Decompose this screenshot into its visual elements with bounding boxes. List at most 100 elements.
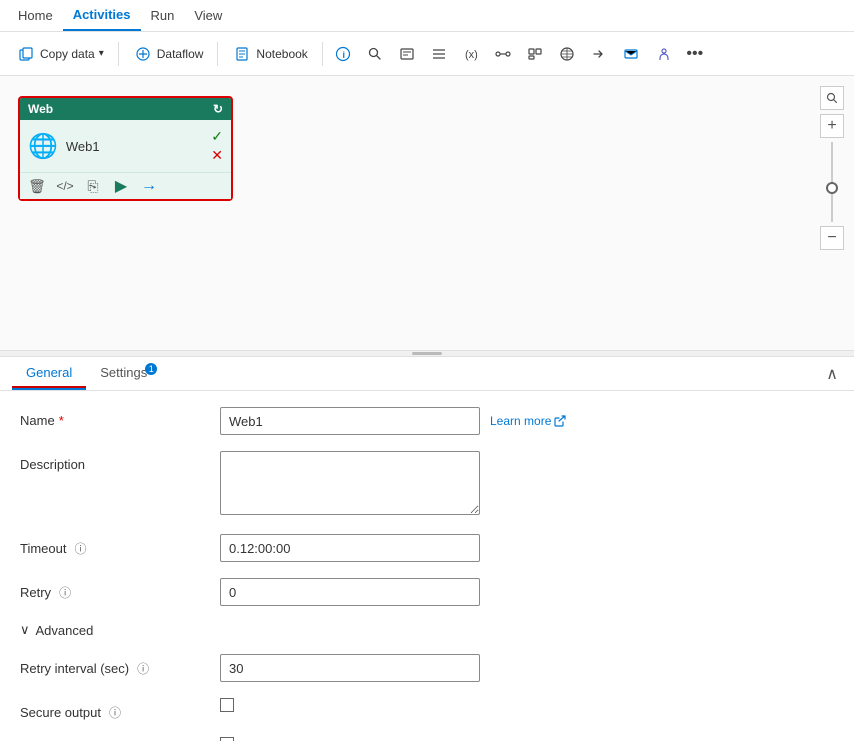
description-control	[220, 451, 834, 518]
retry-row: Retry ⓘ	[20, 578, 834, 606]
divider-1	[118, 42, 119, 66]
retry-interval-info-icon[interactable]: ⓘ	[137, 660, 149, 677]
svg-text:i: i	[342, 50, 345, 60]
tab-general-label: General	[26, 365, 72, 380]
description-row: Description	[20, 451, 834, 518]
copy-icon[interactable]: ⎘	[84, 177, 102, 195]
delete-icon[interactable]: 🗑	[28, 177, 46, 195]
zoom-search-icon[interactable]	[820, 86, 844, 110]
copy-data-label: Copy data	[40, 47, 95, 61]
timeout-control	[220, 534, 834, 562]
external-link-icon	[554, 415, 566, 427]
zoom-track	[831, 142, 833, 222]
web-globe-icon: 🌐	[28, 132, 58, 161]
tab-general[interactable]: General	[12, 357, 86, 390]
timeout-label: Timeout ⓘ	[20, 534, 220, 557]
retry-control	[220, 578, 834, 606]
timeout-input[interactable]	[220, 534, 480, 562]
retry-interval-control	[220, 654, 834, 682]
activity-body: 🌐 Web1 ✓ ✕	[20, 120, 231, 172]
tab-settings[interactable]: Settings 1	[86, 357, 161, 390]
secure-input-row: Secure input ⓘ	[20, 737, 834, 741]
collapse-panel-icon[interactable]: ∧	[822, 360, 842, 388]
zoom-in-button[interactable]: +	[820, 114, 844, 138]
activity-check-icon[interactable]: ✓	[211, 128, 223, 145]
dataflow-button[interactable]: Dataflow	[125, 40, 212, 68]
zoom-thumb[interactable]	[826, 182, 838, 194]
secure-input-label: Secure input ⓘ	[20, 737, 220, 741]
notebook-label: Notebook	[256, 47, 307, 61]
secure-input-control	[220, 737, 834, 741]
advanced-chevron-icon: ∨	[20, 622, 30, 638]
advanced-row[interactable]: ∨ Advanced	[20, 622, 834, 638]
panel-tabs: General Settings 1 ∧	[0, 357, 854, 391]
notebook-button[interactable]: Notebook	[224, 40, 315, 68]
timeout-row: Timeout ⓘ	[20, 534, 834, 562]
activity-info: 🌐 Web1	[28, 132, 100, 161]
description-textarea[interactable]	[220, 451, 480, 515]
zoom-controls: + −	[820, 86, 844, 250]
name-control: Learn more	[220, 407, 834, 435]
search-toolbar-icon[interactable]	[361, 40, 389, 68]
copy-data-button[interactable]: Copy data ▾	[8, 40, 112, 68]
secure-input-checkbox[interactable]	[220, 737, 234, 741]
retry-label: Retry ⓘ	[20, 578, 220, 601]
activity-right-actions: ✓ ✕	[211, 128, 223, 164]
copy-data-chevron: ▾	[99, 48, 104, 59]
activity-cross-icon[interactable]: ✕	[211, 147, 223, 164]
more-toolbar-icon[interactable]: •••	[681, 40, 709, 68]
pipeline-toolbar-icon[interactable]	[489, 40, 517, 68]
learn-more-link[interactable]: Learn more	[490, 414, 566, 428]
tab-settings-label: Settings	[100, 365, 147, 380]
retry-interval-row: Retry interval (sec) ⓘ	[20, 654, 834, 682]
canvas-area: Web ↻ 🌐 Web1 ✓ ✕ 🗑 </> ⎘ ▶ →	[0, 76, 854, 356]
secure-output-checkbox[interactable]	[220, 698, 234, 712]
activity-node[interactable]: Web ↻ 🌐 Web1 ✓ ✕ 🗑 </> ⎘ ▶ →	[18, 96, 233, 201]
resize-handle[interactable]	[0, 350, 854, 356]
name-input[interactable]	[220, 407, 480, 435]
canvas-inner[interactable]: Web ↻ 🌐 Web1 ✓ ✕ 🗑 </> ⎘ ▶ →	[0, 76, 854, 350]
divider-3	[322, 42, 323, 66]
code-icon[interactable]: </>	[56, 177, 74, 195]
retry-interval-input[interactable]	[220, 654, 480, 682]
learn-more-label: Learn more	[490, 414, 551, 428]
nav-activities[interactable]: Activities	[63, 0, 141, 31]
copy-data-icon	[16, 44, 36, 64]
nav-home[interactable]: Home	[8, 0, 63, 31]
arrow-right-icon[interactable]: →	[140, 177, 158, 195]
outlook-toolbar-icon[interactable]	[617, 40, 645, 68]
settings-badge: 1	[145, 363, 157, 375]
divider-2	[217, 42, 218, 66]
zoom-out-button[interactable]: −	[820, 226, 844, 250]
name-row: Name * Learn more	[20, 407, 834, 435]
advanced-label: Advanced	[36, 623, 94, 638]
lines-toolbar-icon[interactable]	[425, 40, 453, 68]
variable-toolbar-icon[interactable]: (x)	[457, 40, 485, 68]
timeout-info-icon[interactable]: ⓘ	[74, 540, 86, 557]
activity-header: Web ↻	[20, 98, 231, 120]
secure-output-row: Secure output ⓘ	[20, 698, 834, 721]
toolbar: Copy data ▾ Dataflow Notebook i (x)	[0, 32, 854, 76]
run-icon[interactable]: ▶	[112, 177, 130, 195]
retry-info-icon[interactable]: ⓘ	[59, 584, 71, 601]
secure-output-info-icon[interactable]: ⓘ	[109, 704, 121, 721]
name-row-right: Learn more	[220, 407, 834, 435]
tab-general-border	[12, 386, 86, 388]
form-body: Name * Learn more Description	[0, 391, 854, 741]
secure-output-control	[220, 698, 834, 715]
nav-run[interactable]: Run	[141, 0, 185, 31]
globe-toolbar-icon[interactable]	[553, 40, 581, 68]
retry-input[interactable]	[220, 578, 480, 606]
arrow-toolbar-icon[interactable]	[585, 40, 613, 68]
nav-view[interactable]: View	[184, 0, 232, 31]
activity-name-label: Web1	[66, 139, 100, 154]
text-toolbar-icon[interactable]	[393, 40, 421, 68]
header-refresh-icon[interactable]: ↻	[213, 102, 223, 116]
trigger-toolbar-icon[interactable]	[521, 40, 549, 68]
retry-interval-label: Retry interval (sec) ⓘ	[20, 654, 220, 677]
resize-bar	[412, 352, 442, 355]
info-toolbar-icon[interactable]: i	[329, 40, 357, 68]
teams-toolbar-icon[interactable]	[649, 40, 677, 68]
description-label: Description	[20, 451, 220, 472]
svg-text:(x): (x)	[465, 49, 478, 61]
